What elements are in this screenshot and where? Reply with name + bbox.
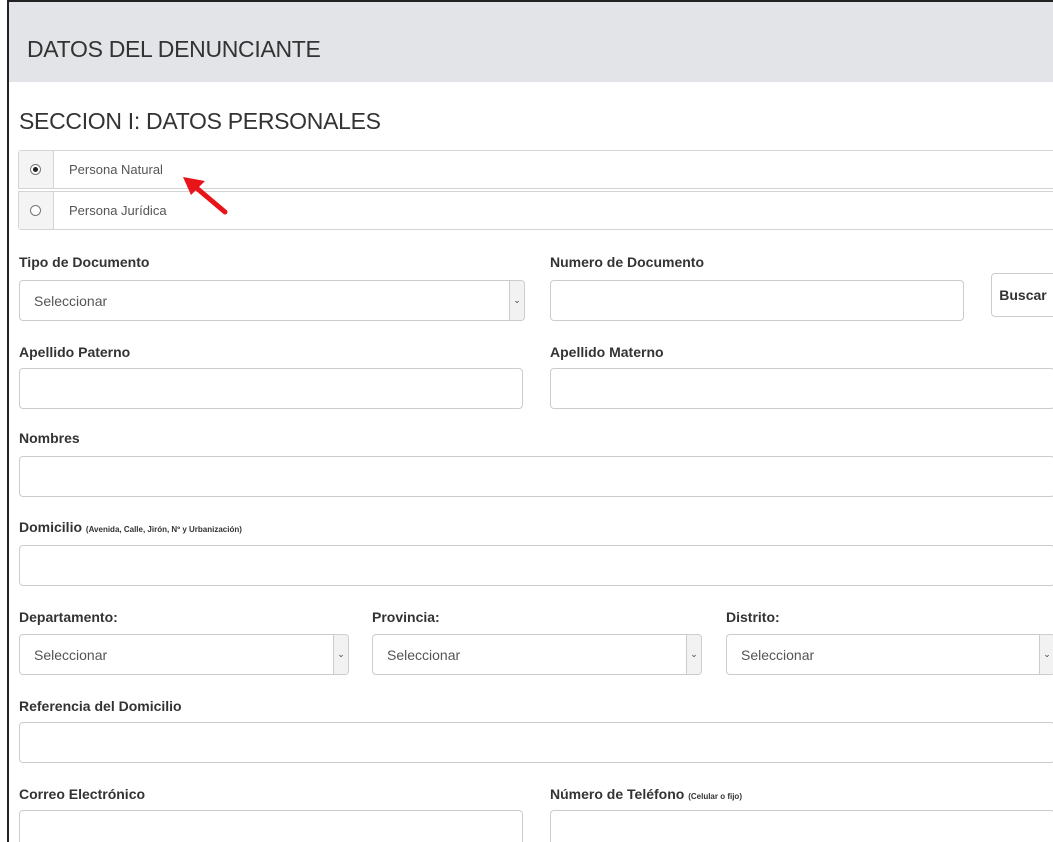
correo-label: Correo Electrónico bbox=[19, 786, 146, 802]
provincia-select[interactable]: Seleccionar ⌄ bbox=[372, 634, 702, 675]
departamento-value: Seleccionar bbox=[34, 647, 108, 663]
form-header: DATOS DEL DENUNCIANTE bbox=[9, 2, 1053, 82]
header-title: DATOS DEL DENUNCIANTE bbox=[27, 36, 321, 62]
apellido-materno-input[interactable] bbox=[550, 368, 1053, 409]
referencia-input[interactable] bbox=[19, 722, 1053, 763]
provincia-value: Seleccionar bbox=[387, 647, 461, 663]
distrito-select[interactable]: Seleccionar ⌄ bbox=[726, 634, 1053, 675]
correo-input[interactable] bbox=[19, 810, 523, 842]
departamento-label: Departamento: bbox=[19, 609, 118, 625]
domicilio-label: Domicilio (Avenida, Calle, Jirón, Nº y U… bbox=[19, 519, 242, 535]
section-title: SECCION I: DATOS PERSONALES bbox=[19, 108, 381, 134]
radio-option-persona-natural[interactable]: Persona Natural bbox=[18, 150, 1053, 189]
telefono-label-text: Número de Teléfono bbox=[550, 786, 685, 802]
tipo-documento-value: Seleccionar bbox=[34, 293, 108, 309]
red-arrow-icon bbox=[183, 177, 228, 215]
chevron-down-icon: ⌄ bbox=[333, 635, 348, 674]
tipo-documento-select[interactable]: Seleccionar ⌄ bbox=[19, 280, 525, 321]
nombres-input[interactable] bbox=[19, 456, 1053, 497]
tipo-documento-label: Tipo de Documento bbox=[19, 254, 150, 270]
departamento-select[interactable]: Seleccionar ⌄ bbox=[19, 634, 349, 675]
distrito-label: Distrito: bbox=[726, 609, 780, 625]
radio-option-persona-juridica[interactable]: Persona Jurídica bbox=[18, 191, 1053, 230]
apellido-paterno-input[interactable] bbox=[19, 368, 523, 409]
chevron-down-icon: ⌄ bbox=[509, 281, 524, 320]
chevron-down-icon: ⌄ bbox=[1039, 635, 1053, 674]
radio-cell bbox=[19, 192, 54, 229]
nombres-label: Nombres bbox=[19, 430, 80, 446]
numero-documento-input[interactable] bbox=[550, 280, 964, 321]
radio-button-persona-natural[interactable] bbox=[30, 164, 41, 175]
apellido-paterno-label: Apellido Paterno bbox=[19, 344, 131, 360]
chevron-down-icon: ⌄ bbox=[686, 635, 701, 674]
form-frame: DATOS DEL DENUNCIANTE SECCION I: DATOS P… bbox=[7, 0, 1053, 842]
telefono-label: Número de Teléfono (Celular o fijo) bbox=[550, 786, 742, 802]
radio-button-persona-juridica[interactable] bbox=[30, 205, 41, 216]
distrito-value: Seleccionar bbox=[741, 647, 815, 663]
telefono-input[interactable] bbox=[550, 810, 1053, 842]
referencia-label: Referencia del Domicilio bbox=[19, 698, 182, 714]
provincia-label: Provincia: bbox=[372, 609, 440, 625]
apellido-materno-label: Apellido Materno bbox=[550, 344, 664, 360]
radio-label-persona-natural: Persona Natural bbox=[69, 162, 163, 177]
telefono-hint: (Celular o fijo) bbox=[688, 792, 742, 801]
domicilio-hint: (Avenida, Calle, Jirón, Nº y Urbanizació… bbox=[85, 525, 242, 534]
domicilio-input[interactable] bbox=[19, 545, 1053, 586]
radio-cell bbox=[19, 151, 54, 188]
numero-documento-label: Numero de Documento bbox=[550, 254, 705, 270]
radio-label-persona-juridica: Persona Jurídica bbox=[69, 203, 167, 218]
domicilio-label-text: Domicilio bbox=[19, 519, 83, 535]
buscar-button[interactable]: Buscar bbox=[991, 273, 1053, 317]
